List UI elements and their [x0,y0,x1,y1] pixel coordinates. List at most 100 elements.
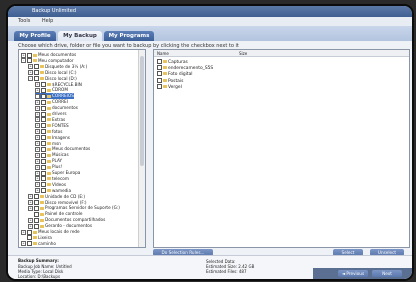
tree-item[interactable]: + CORREI [35,99,68,105]
expand-icon[interactable]: + [35,158,40,164]
collapse-icon[interactable]: - [21,58,26,64]
tree-item[interactable]: + documentos [35,105,78,111]
tree-item[interactable]: + CDROM [35,87,68,93]
tree-item[interactable]: + FONTES [35,123,69,129]
expand-icon[interactable]: + [35,135,40,141]
expand-icon[interactable]: + [28,70,33,76]
expand-icon[interactable]: + [28,223,33,229]
tree-item[interactable]: + Meus locais de rede [21,229,80,235]
expand-icon[interactable]: + [35,93,40,99]
tree-item[interactable]: Lixeira [21,235,52,241]
expand-icon[interactable]: + [35,123,40,129]
expand-icon[interactable]: + [35,176,40,182]
checkbox[interactable] [34,211,39,217]
tree-item[interactable]: + wamedia [35,188,71,194]
expand-icon[interactable]: + [35,99,40,105]
checkbox[interactable] [41,141,46,146]
expand-icon[interactable]: + [35,129,40,135]
checkbox[interactable] [34,194,39,200]
collapse-icon[interactable]: - [28,76,33,82]
checkbox[interactable] [27,241,32,247]
tree-scrollbar[interactable] [138,50,145,247]
expand-icon[interactable]: + [28,64,33,70]
tree-item[interactable]: + Imagens [35,135,70,141]
expand-icon[interactable]: + [35,87,40,93]
list-item[interactable]: enderecamento_S5S [157,65,213,71]
tree-item[interactable]: + Unidade de CD (E:) [28,194,85,200]
checkbox[interactable] [41,82,46,87]
tree-item[interactable]: + Disco removível (F:) [28,200,87,205]
previous-button[interactable]: ◄ Previous [338,270,368,277]
checkbox[interactable] [41,87,46,93]
tree-item[interactable]: + Documentos compartilhados [28,217,105,223]
tree-item[interactable]: - Meu computador [21,58,74,64]
expand-icon[interactable]: + [35,164,40,170]
checkbox[interactable] [34,76,39,82]
tree-item[interactable]: + PLAY [35,158,62,164]
tree-item[interactable]: + fotos [35,129,62,135]
checkbox[interactable] [34,200,39,205]
tab-my-profile[interactable]: My Profile [14,31,56,41]
next-button[interactable]: Next [372,270,402,277]
expand-icon[interactable]: + [21,229,26,235]
checkbox[interactable] [27,58,32,64]
tree-item[interactable]: + drivers [35,111,67,117]
file-list[interactable]: Name Size Capturas enderecamento_S5S Foto … [153,49,410,248]
expand-icon[interactable]: + [35,141,40,146]
expand-icon[interactable]: + [21,52,26,58]
checkbox[interactable] [41,93,46,99]
checkbox[interactable] [34,64,39,70]
tree-item[interactable]: + Super Europa [35,170,80,176]
tree-item[interactable]: + Disquete de 3½ (A:) [28,64,87,70]
checkbox[interactable] [41,117,46,123]
tab-my-backup[interactable]: My Backup [58,31,102,41]
expand-icon[interactable]: + [35,105,40,111]
checkbox[interactable] [41,176,46,182]
checkbox[interactable] [41,123,46,129]
expand-icon[interactable]: + [35,170,40,176]
checkbox[interactable] [34,217,39,223]
checkbox[interactable] [27,235,32,241]
checkbox[interactable] [34,70,39,76]
column-name[interactable]: Name [157,51,169,56]
folder-tree[interactable]: + Meus documentos - Meu computador + Disquete… [18,49,146,248]
tree-item[interactable]: + telecom [35,176,69,182]
checkbox[interactable] [41,164,46,170]
checkbox[interactable] [27,229,32,235]
tree-item[interactable]: + Meus documentos [35,146,90,152]
tree-item[interactable]: + Meus documentos [21,52,76,58]
expand-icon[interactable]: + [35,82,40,87]
tree-item[interactable]: + Plus! [35,164,62,170]
expand-icon[interactable]: + [35,188,40,194]
tree-item[interactable]: Painel de controle [28,211,82,217]
checkbox[interactable] [41,111,46,117]
checkbox[interactable] [34,223,39,229]
menu-tools[interactable]: Tools [18,18,30,24]
checkbox[interactable] [41,182,46,188]
checkbox[interactable] [27,52,32,58]
column-size[interactable]: Size [239,51,247,56]
tree-item[interactable]: + CORREIOS [35,93,74,99]
expand-icon[interactable]: + [28,217,33,223]
checkbox[interactable] [41,135,46,141]
list-item[interactable]: Capturas [157,59,188,65]
expand-icon[interactable]: + [35,111,40,117]
tree-item[interactable]: + msn [35,141,61,146]
tree-item[interactable]: + Extras [35,117,65,123]
checkbox[interactable] [157,65,162,71]
tree-item[interactable]: + Vídeos [35,182,66,188]
tree-item[interactable]: + Músicas [35,152,69,158]
expand-icon[interactable]: + [28,194,33,200]
menu-help[interactable]: Help [42,18,53,24]
checkbox[interactable] [41,188,46,194]
list-item[interactable]: Postais [157,77,183,84]
expand-icon[interactable]: + [21,241,26,247]
checkbox[interactable] [41,129,46,135]
checkbox[interactable] [157,77,162,83]
checkbox[interactable] [41,170,46,176]
expand-icon[interactable]: + [35,182,40,188]
tree-item[interactable]: + Disco local (C:) [28,70,76,76]
expand-icon[interactable]: + [35,152,40,158]
checkbox[interactable] [157,71,162,77]
expand-icon[interactable]: + [28,205,33,211]
